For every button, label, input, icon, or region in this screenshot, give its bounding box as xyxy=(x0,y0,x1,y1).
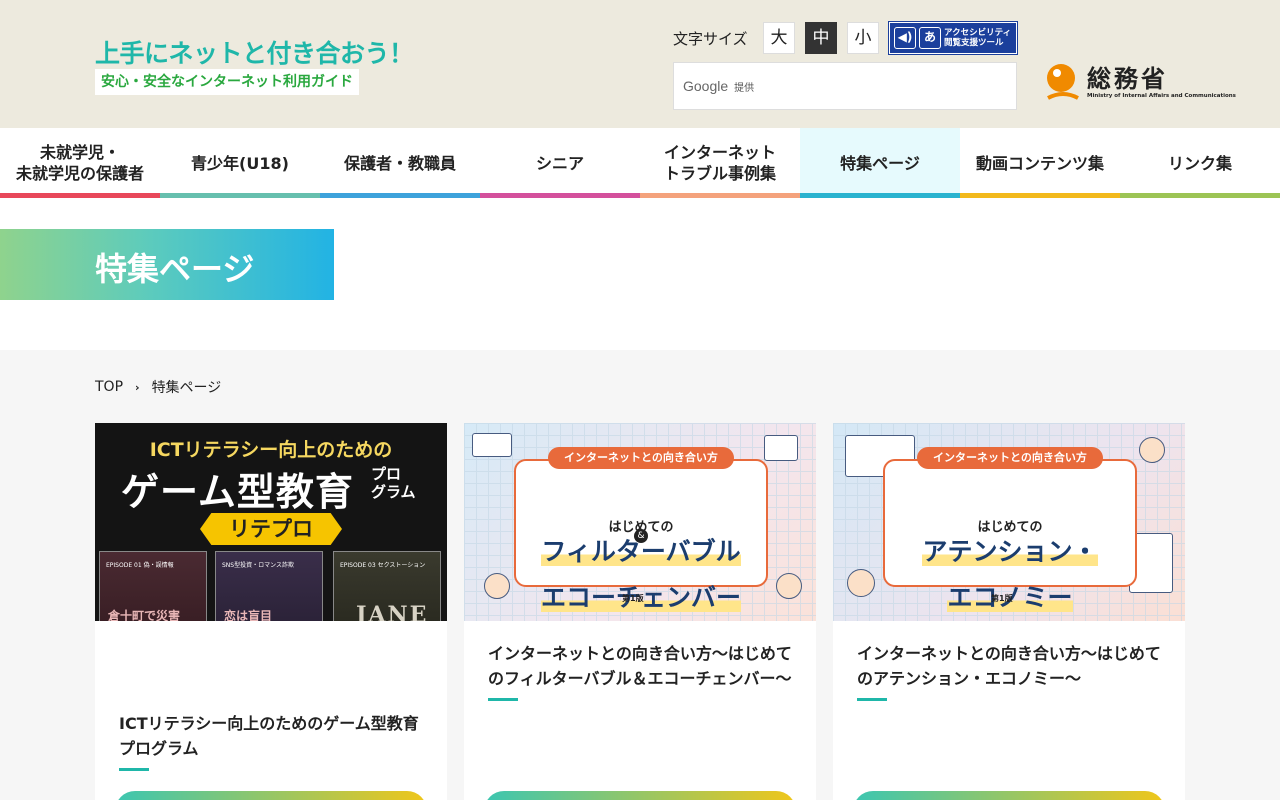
episode-panel: EPISODE 03 セクストーション JANE xyxy=(333,551,441,621)
nav-item-special[interactable]: 特集ページ xyxy=(800,128,960,198)
card-title[interactable]: ICTリテラシー向上のためのゲーム型教育プログラム xyxy=(119,711,423,761)
card-more-button[interactable] xyxy=(115,791,427,800)
google-brand: Google xyxy=(683,78,729,94)
feature-card-game-program[interactable]: ICTリテラシー向上のための ゲーム型教育 プロ グラム リテプロ EPISOD… xyxy=(95,423,447,800)
nav-item-parents-teachers[interactable]: 保護者・教職員 xyxy=(320,128,480,198)
nav-item-youth[interactable]: 青少年(U18) xyxy=(160,128,320,198)
nav-item-label: 未就学児・ 未就学児の保護者 xyxy=(15,143,144,183)
nav-item-senior[interactable]: シニア xyxy=(480,128,640,198)
episode-caption: 恋は盲目 xyxy=(224,609,273,621)
accessibility-line1: アクセシビリティ xyxy=(944,28,1012,38)
thumb-small-title: プロ グラム xyxy=(371,465,416,501)
main-navigation: 未就学児・ 未就学児の保護者 青少年(U18) 保護者・教職員 シニア インター… xyxy=(0,128,1280,198)
thumb-edition: 第1版 xyxy=(991,594,1013,603)
card-more-button[interactable] xyxy=(484,791,796,800)
doodle-person xyxy=(847,569,875,597)
font-size-medium-button[interactable]: 中 xyxy=(805,22,837,54)
episode-tag: EPISODE 01 偽・誤情報 xyxy=(106,562,174,569)
card-thumbnail: はじめての アテンション・ エコノミー インターネットとの向き合い方 第1版 xyxy=(833,423,1185,621)
accessibility-tool-button[interactable]: ◀) あ アクセシビリティ 閲覧支援ツール xyxy=(888,21,1018,55)
thumb-ribbon: リテプロ xyxy=(200,513,342,545)
ministry-emblem-icon xyxy=(1047,64,1079,100)
nav-item-links[interactable]: リンク集 xyxy=(1120,128,1280,198)
thumb-pill: インターネットとの向き合い方 xyxy=(917,447,1103,469)
ministry-logo[interactable]: 総務省 Ministry of Internal Affairs and Com… xyxy=(1046,62,1236,102)
feature-card-filter-bubble[interactable]: はじめての フィルターバブル エコーチェンバー & インターネットとの向き合い方… xyxy=(464,423,816,800)
thumb-pill: インターネットとの向き合い方 xyxy=(548,447,734,469)
episode-caption: JANE xyxy=(356,602,429,621)
thumb-heading: ICTリテラシー向上のための xyxy=(149,439,393,461)
thumb-line1: アテンション・ xyxy=(885,532,1135,568)
card-title[interactable]: インターネットとの向き合い方〜はじめてのフィルターバブル＆エコーチェンバー〜 xyxy=(488,641,792,691)
episode-tag: SNS型投資・ロマンス詐欺 xyxy=(222,562,294,569)
card-thumbnail: はじめての フィルターバブル エコーチェンバー & インターネットとの向き合い方… xyxy=(464,423,816,621)
nav-item-label: 青少年(U18) xyxy=(191,153,289,173)
nav-item-label: インターネット トラブル事例集 xyxy=(663,143,776,183)
breadcrumb-current: 特集ページ xyxy=(151,380,222,396)
episode-panel: SNS型投資・ロマンス詐欺 恋は盲目 xyxy=(215,551,323,621)
accessibility-line2: 閲覧支援ツール xyxy=(944,38,1004,48)
doodle-person xyxy=(776,573,802,599)
nav-item-trouble-cases[interactable]: インターネット トラブル事例集 xyxy=(640,128,800,198)
font-size-small-button[interactable]: 小 xyxy=(847,22,879,54)
breadcrumb: TOP › 特集ページ xyxy=(95,377,221,397)
hiragana-a-icon: あ xyxy=(919,27,941,49)
site-logo-title[interactable]: 上手にネットと付き合おう！ xyxy=(95,34,414,70)
thumb-title-frame: はじめての フィルターバブル エコーチェンバー xyxy=(514,459,768,612)
page-title-banner: 特集ページ xyxy=(0,229,334,300)
font-size-large-button[interactable]: 大 xyxy=(763,22,795,54)
episode-panel: EPISODE 01 偽・誤情報 倉十町で災害 xyxy=(99,551,207,621)
ministry-name-en: Ministry of Internal Affairs and Communi… xyxy=(1087,93,1236,99)
speaker-icon: ◀) xyxy=(894,27,916,49)
thumb-edition: 第1版 xyxy=(622,594,644,603)
thumb-title-frame: はじめての アテンション・ エコノミー xyxy=(883,459,1137,612)
nav-item-label: リンク集 xyxy=(1167,153,1232,173)
page-title-band: 特集ページ xyxy=(0,198,1280,350)
site-search-input[interactable]: Google 提供 xyxy=(673,62,1017,110)
page-title: 特集ページ xyxy=(95,250,255,288)
card-more-button[interactable] xyxy=(853,791,1165,800)
ministry-name: 総務省 xyxy=(1087,65,1168,93)
font-size-label: 文字サイズ xyxy=(673,30,748,48)
nav-item-label: 保護者・教職員 xyxy=(343,153,456,173)
nav-item-videos[interactable]: 動画コンテンツ集 xyxy=(960,128,1120,198)
card-accent-line xyxy=(488,698,518,701)
card-title[interactable]: インターネットとの向き合い方〜はじめてのアテンション・エコノミー〜 xyxy=(857,641,1161,691)
thumb-ampersand: & xyxy=(634,529,648,543)
thumb-big-title: ゲーム型教育 xyxy=(121,470,354,514)
episode-caption: 倉十町で災害 xyxy=(108,609,181,621)
doodle-screen xyxy=(764,435,798,461)
site-logo-subtitle[interactable]: 安心・安全なインターネット利用ガイド xyxy=(95,69,359,95)
card-thumbnail: ICTリテラシー向上のための ゲーム型教育 プロ グラム リテプロ EPISOD… xyxy=(95,423,447,621)
card-accent-line xyxy=(857,698,887,701)
nav-item-label: 動画コンテンツ集 xyxy=(975,153,1104,173)
search-provider-label: 提供 xyxy=(734,82,755,94)
doodle-person xyxy=(484,573,510,599)
site-header: 上手にネットと付き合おう！ 安心・安全なインターネット利用ガイド 文字サイズ 大… xyxy=(0,0,1280,128)
episode-tag: EPISODE 03 セクストーション xyxy=(340,562,426,569)
thumb-line1-text: アテンション・ xyxy=(922,537,1098,566)
nav-item-label: シニア xyxy=(535,153,584,173)
chevron-right-icon: › xyxy=(135,380,140,394)
breadcrumb-home-link[interactable]: TOP xyxy=(95,379,123,395)
nav-item-preschool[interactable]: 未就学児・ 未就学児の保護者 xyxy=(0,128,160,198)
doodle-screen xyxy=(472,433,512,457)
feature-card-attention-economy[interactable]: はじめての アテンション・ エコノミー インターネットとの向き合い方 第1版 イ… xyxy=(833,423,1185,800)
nav-item-label: 特集ページ xyxy=(840,153,920,173)
doodle-person xyxy=(1139,437,1165,463)
card-accent-line xyxy=(119,768,149,771)
